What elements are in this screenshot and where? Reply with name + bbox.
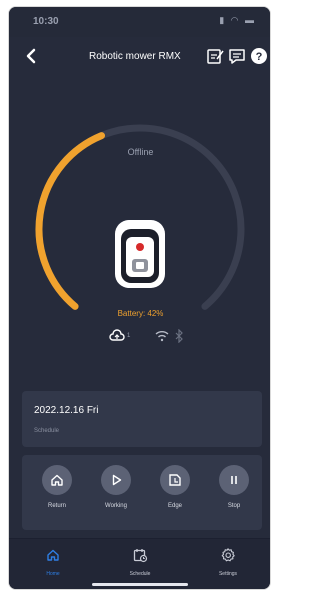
tab-home-label: Home [46,571,60,577]
pause-icon [219,465,249,495]
wifi-icon [155,331,169,342]
home-icon [42,465,72,495]
stop-label: Stop [227,503,241,509]
header: Robotic mower RMX ? [9,37,270,77]
battery-level: Battery: 42% [117,309,164,318]
edge-icon [160,465,190,495]
working-button[interactable]: Working [94,465,138,509]
tab-settings-label: Settings [218,571,238,577]
status-bar: 10:30 ▮ ◠ ▬ [9,7,270,37]
working-label: Working [105,503,127,509]
connection-status: 1 [109,327,189,347]
tab-settings[interactable]: Settings [198,547,258,577]
mower-status: Offline [127,147,154,157]
page-title: Robotic mower RMX [89,51,181,62]
control-panel: Return Working Edge Stop [22,455,262,530]
schedule-subtitle: Schedule [34,428,60,434]
mower-icon [115,220,165,288]
schedule-card[interactable]: 2022.12.16 Fri Schedule [22,391,262,447]
calendar-icon [133,549,148,563]
play-icon [101,465,131,495]
home-icon [47,549,59,561]
edit-note-icon[interactable] [206,47,224,65]
message-icon[interactable] [228,47,246,65]
phone-screen: 10:30 ▮ ◠ ▬ Robotic mower RMX ? Offline … [8,6,271,590]
svg-text:?: ? [256,51,263,63]
return-label: Return [47,503,66,509]
battery-gauge [35,124,245,310]
cloud-icon [109,329,125,341]
gauge-fill [35,132,106,310]
home-indicator [92,583,188,586]
back-arrow-icon[interactable] [23,47,41,65]
stop-button[interactable]: Stop [212,465,256,509]
help-icon[interactable]: ? [250,47,268,65]
status-time: 10:30 [33,16,59,27]
cloud-count: 1 [127,333,131,339]
status-icons: ▮ ◠ ▬ [219,15,256,25]
tab-schedule[interactable]: Schedule [110,547,170,577]
edge-button[interactable]: Edge [153,465,197,509]
tab-bar: Home Schedule Settings [9,538,270,589]
return-button[interactable]: Return [35,465,79,509]
bluetooth-icon [175,329,183,343]
edge-label: Edge [167,503,182,509]
schedule-date: 2022.12.16 Fri [34,405,99,416]
tab-schedule-label: Schedule [129,571,151,577]
tab-home[interactable]: Home [23,547,83,577]
gear-icon [221,548,235,562]
